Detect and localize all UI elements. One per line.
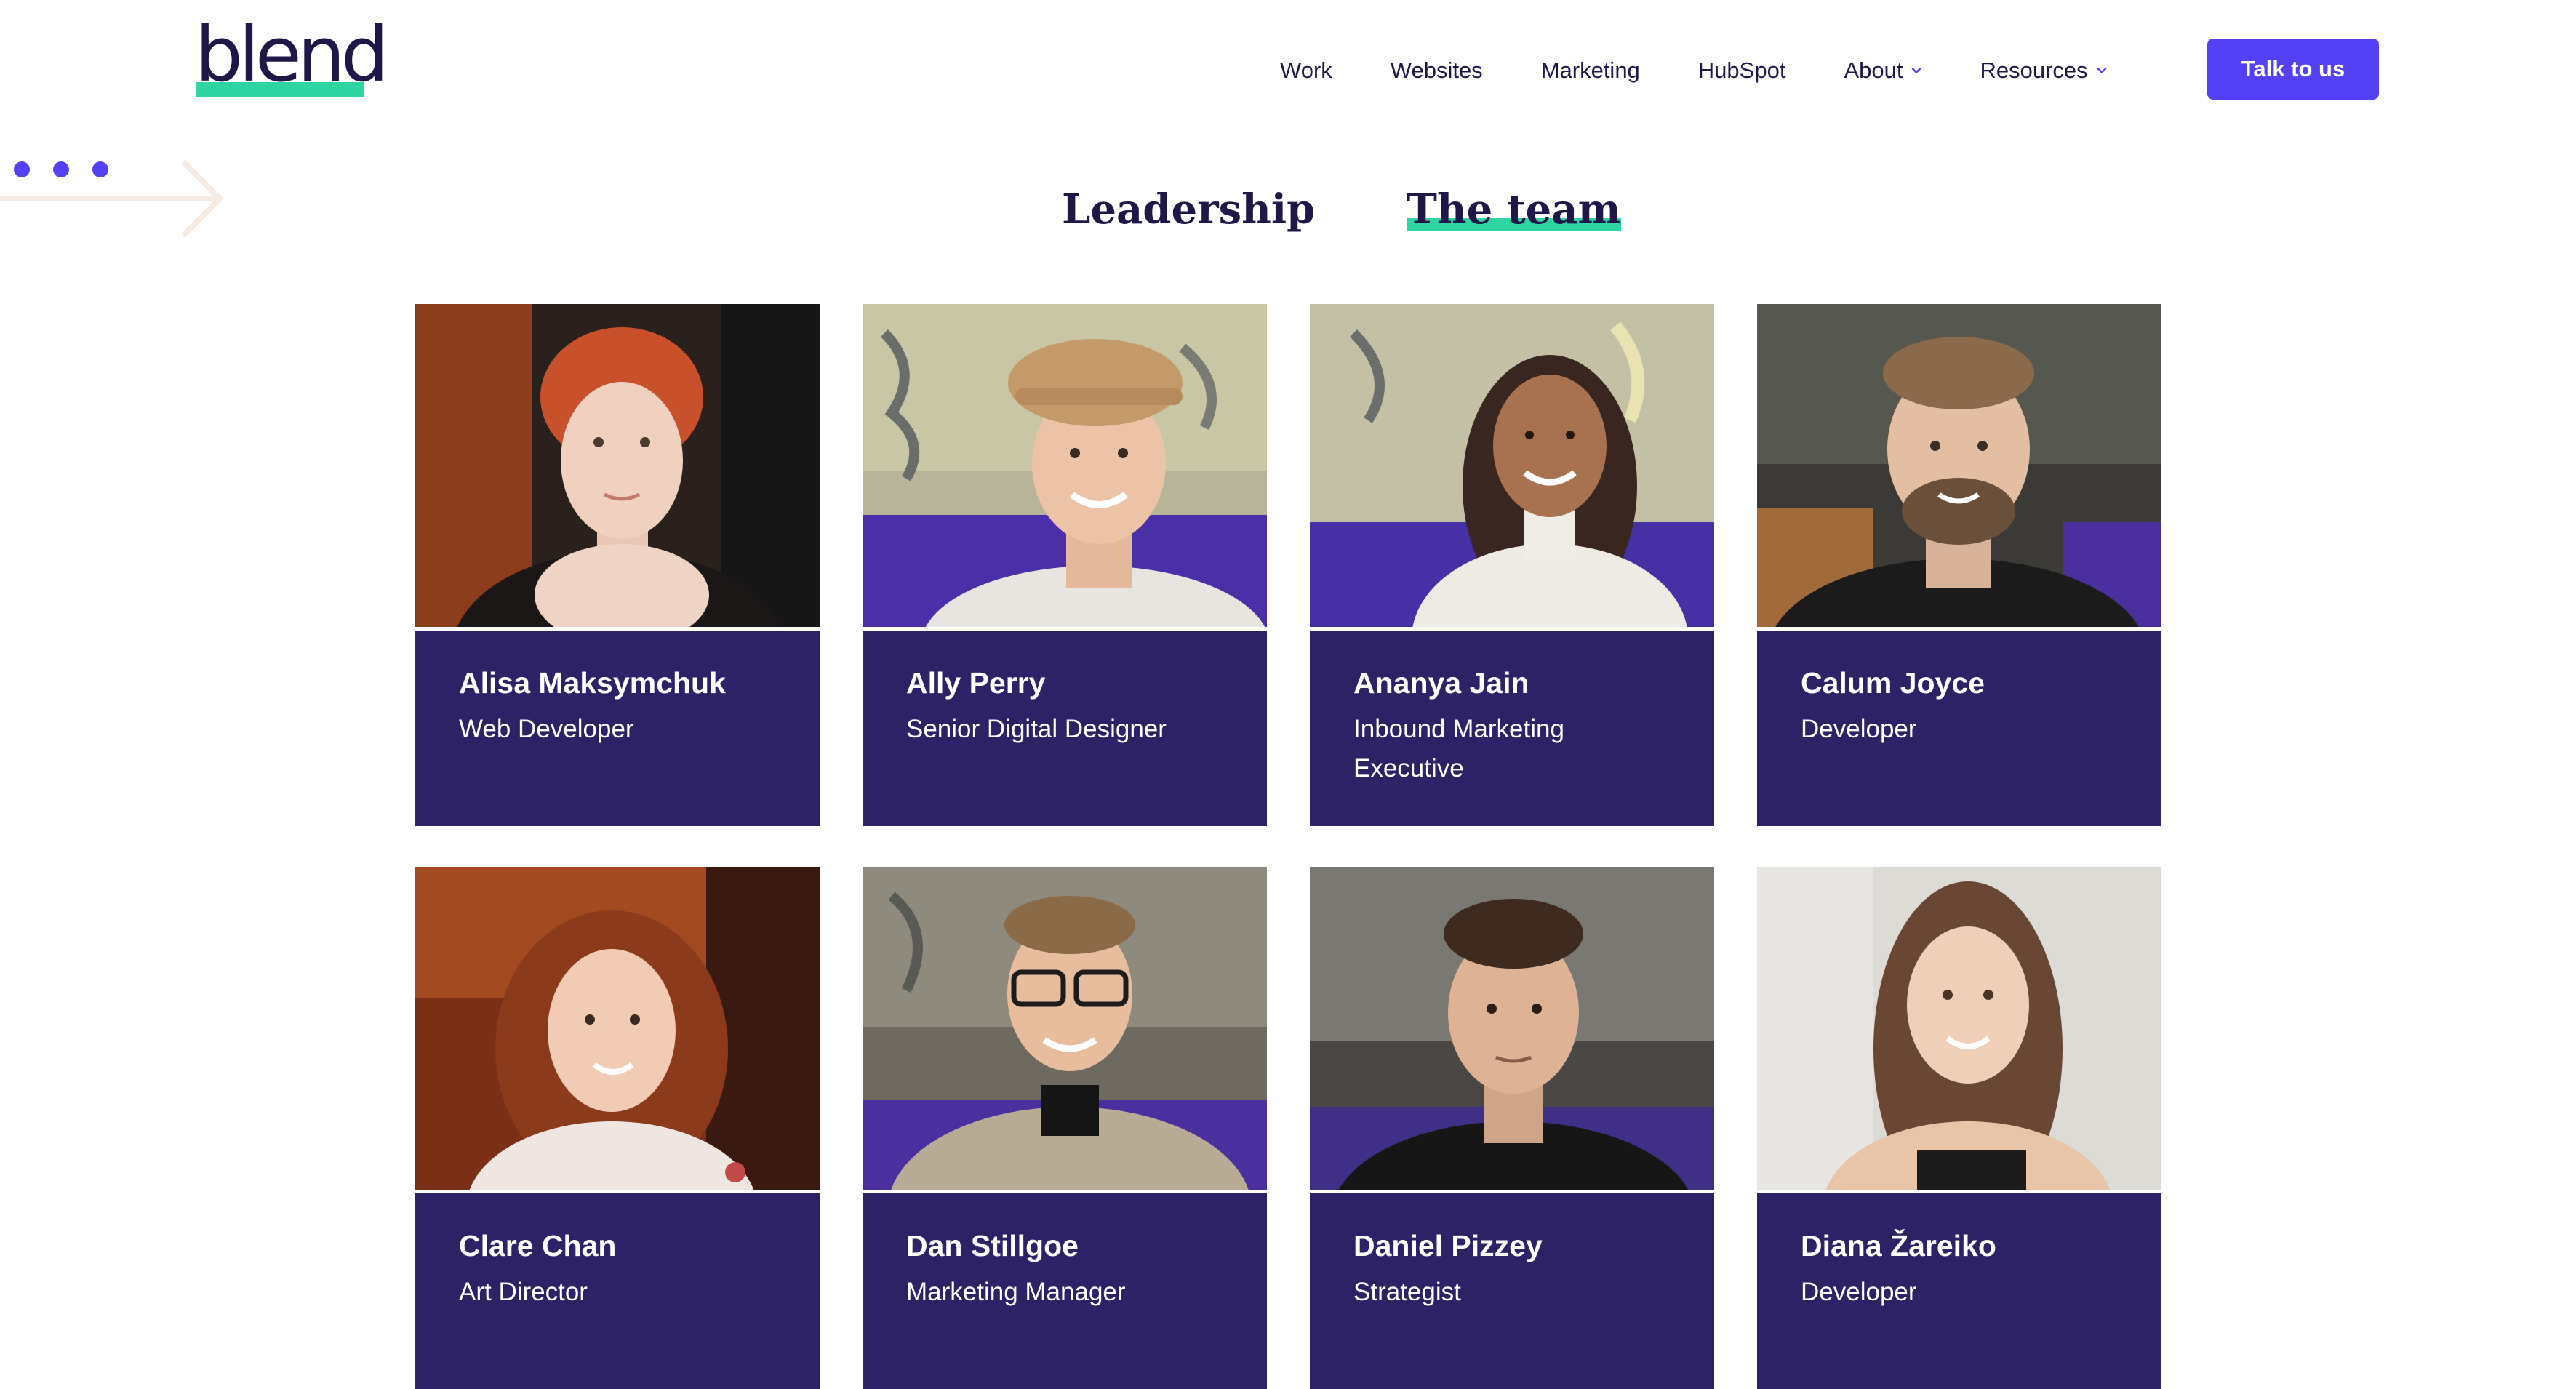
tab-leadership[interactable]: Leadership (1062, 185, 1316, 233)
team-member-info: Ananya Jain Inbound Marketing Executive (1310, 631, 1714, 826)
team-member-card[interactable]: Calum Joyce Developer (1757, 304, 2161, 826)
nav-item-label: Resources (1980, 57, 2088, 83)
team-member-card[interactable]: Daniel Pizzey Strategist (1310, 867, 1714, 1389)
talk-to-us-button[interactable]: Talk to us (2207, 39, 2379, 100)
blend-logo[interactable]: blend (195, 17, 389, 101)
team-member-info: Diana Žareiko Developer (1757, 1193, 2161, 1389)
tab-label: The team (1407, 185, 1621, 233)
nav-item-label: About (1844, 57, 1903, 83)
team-member-role: Developer (1801, 715, 1917, 744)
team-member-card[interactable]: Alisa Maksymchuk Web Developer (415, 304, 820, 826)
team-member-photo (1757, 304, 2161, 748)
team-member-photo (415, 867, 820, 1296)
team-member-role: Marketing Manager (906, 1278, 1126, 1307)
team-member-card[interactable]: Ananya Jain Inbound Marketing Executive (1310, 304, 1714, 826)
nav-item-label: Work (1280, 57, 1332, 83)
nav-item-hubspot[interactable]: HubSpot (1698, 57, 1786, 84)
team-member-info: Daniel Pizzey Strategist (1310, 1193, 1714, 1389)
team-member-role: Art Director (459, 1278, 588, 1307)
chevron-down-icon (1912, 68, 1921, 73)
team-member-role: Strategist (1353, 1278, 1461, 1307)
team-member-name: Ananya Jain (1353, 666, 1529, 700)
team-member-info: Clare Chan Art Director (415, 1193, 820, 1389)
team-member-photo (863, 867, 1267, 1310)
team-member-info: Ally Perry Senior Digital Designer (863, 631, 1267, 826)
team-member-card[interactable]: Ally Perry Senior Digital Designer (863, 304, 1270, 826)
nav-item-label: HubSpot (1697, 57, 1786, 83)
team-member-role: Developer (1801, 1278, 1917, 1307)
site-header: blend Work Websites Marketing HubSpot Ab… (0, 0, 2576, 138)
team-member-name: Clare Chan (459, 1229, 617, 1262)
team-member-photo (415, 304, 820, 755)
team-member-role: Web Developer (459, 715, 634, 744)
team-member-info: Dan Stillgoe Marketing Manager (863, 1193, 1267, 1389)
team-member-info: Calum Joyce Developer (1757, 631, 2161, 826)
team-member-role: Senior Digital Designer (906, 715, 1167, 744)
nav-item-label: Websites (1390, 57, 1483, 83)
team-member-name: Alisa Maksymchuk (459, 666, 726, 700)
team-tabs: Leadership The team (1062, 185, 1621, 233)
team-member-photo (1310, 304, 1714, 733)
team-grid: Alisa Maksymchuk Web Developer Ally Perr… (415, 304, 2161, 1389)
nav-item-marketing[interactable]: Marketing (1541, 57, 1640, 84)
team-member-photo (863, 304, 1270, 726)
team-member-card[interactable]: Diana Žareiko Developer (1757, 867, 2161, 1389)
team-member-photo (1310, 867, 1714, 1310)
nav-item-label: Marketing (1540, 57, 1640, 83)
nav-item-resources[interactable]: Resources (1980, 57, 2106, 84)
team-member-info: Alisa Maksymchuk Web Developer (415, 631, 820, 826)
team-member-role: Inbound Marketing Executive (1353, 715, 1564, 783)
team-member-card[interactable]: Clare Chan Art Director (415, 867, 820, 1389)
team-member-name: Daniel Pizzey (1353, 1229, 1543, 1262)
team-member-name: Calum Joyce (1801, 666, 1985, 700)
chevron-down-icon (2097, 68, 2106, 73)
team-member-photo (1757, 867, 2161, 1296)
tab-label: Leadership (1062, 185, 1316, 233)
team-member-name: Ally Perry (906, 666, 1046, 700)
team-member-card[interactable]: Dan Stillgoe Marketing Manager (863, 867, 1267, 1389)
nav-item-about[interactable]: About (1844, 57, 1921, 84)
decorative-arrow-icon (0, 159, 224, 238)
main-nav: Work Websites Marketing HubSpot About Re… (1280, 52, 2165, 89)
tab-the-team[interactable]: The team (1407, 185, 1621, 233)
nav-item-work[interactable]: Work (1280, 57, 1332, 84)
team-member-name: Dan Stillgoe (906, 1229, 1079, 1262)
nav-item-websites[interactable]: Websites (1391, 57, 1483, 84)
team-member-name: Diana Žareiko (1801, 1229, 1996, 1262)
logo-text: blend (195, 10, 389, 99)
